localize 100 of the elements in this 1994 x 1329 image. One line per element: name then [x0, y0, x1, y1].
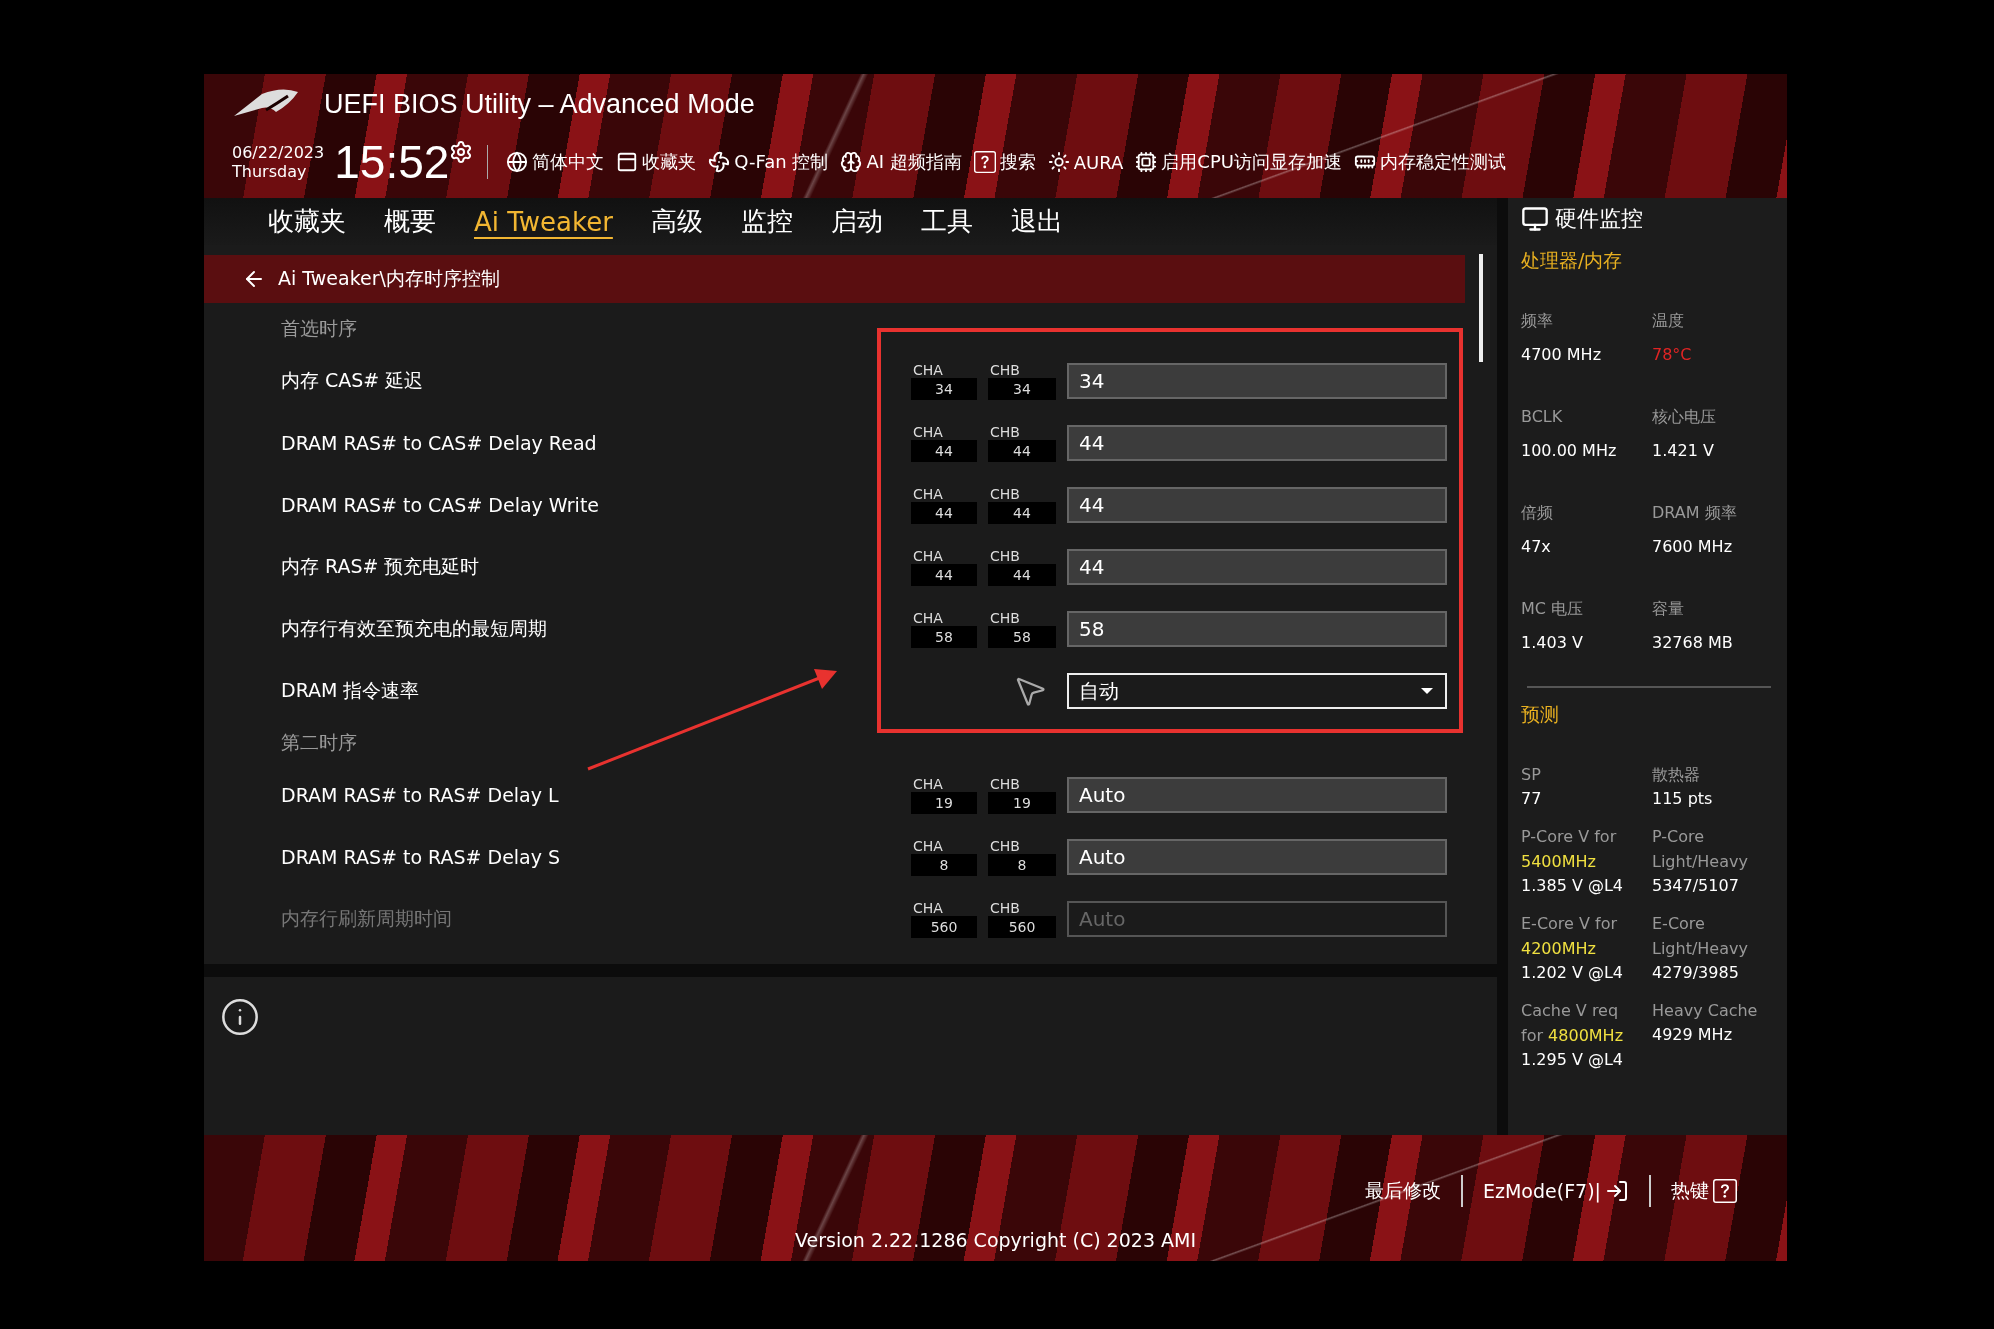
- metric-label: E-Core V for 4200MHz: [1521, 913, 1619, 960]
- metric-value: 1.403 V: [1521, 633, 1584, 652]
- channel-reading: CHB 8: [988, 838, 1056, 876]
- metric-label: 核心电压: [1652, 406, 1717, 428]
- setting-label: DRAM RAS# to RAS# Delay L: [281, 784, 560, 806]
- metric-label: 倍频: [1521, 502, 1554, 524]
- menu-tab[interactable]: 退出: [991, 204, 1082, 239]
- fan-icon: [708, 151, 731, 173]
- value-field[interactable]: Auto: [1067, 777, 1447, 813]
- group-heading: 第二时序: [280, 730, 358, 755]
- menu-tab[interactable]: 收藏夹: [249, 204, 365, 239]
- channel-reading: CHA 19: [911, 776, 977, 814]
- metric-value: 100.00 MHz: [1521, 441, 1618, 460]
- channel-reading: CHA 560: [911, 900, 977, 938]
- channel-reading: CHB 44: [988, 548, 1056, 586]
- metric-value: 1.385 V @L4: [1521, 876, 1624, 895]
- footer-button[interactable]: 最后修改: [1345, 1178, 1461, 1204]
- globe-icon: [506, 151, 529, 173]
- help-icon: [973, 151, 996, 173]
- metric-label: P-Core Light/Heavy: [1652, 826, 1749, 873]
- value-field[interactable]: 58: [1067, 611, 1447, 647]
- setting-label: DRAM 指令速率: [281, 678, 421, 703]
- help-icon: [1713, 1179, 1737, 1203]
- footer-button[interactable]: EzMode(F7)|: [1463, 1179, 1649, 1203]
- dropdown[interactable]: 自动: [1067, 673, 1447, 709]
- window-title: UEFI BIOS Utility – Advanced Mode: [324, 88, 755, 120]
- menu-tab[interactable]: 高级: [631, 204, 722, 239]
- toolbar-button[interactable]: 收藏夹: [610, 150, 703, 174]
- metric-label: MC 电压: [1521, 598, 1585, 620]
- footer-button[interactable]: 热键: [1651, 1178, 1757, 1204]
- toolbar-button[interactable]: AURA: [1041, 151, 1130, 173]
- setting-label: 内存 CAS# 延迟: [281, 368, 425, 393]
- metric-label: 容量: [1652, 598, 1685, 620]
- toolbar-button[interactable]: 简体中文: [500, 150, 611, 174]
- settings-icon[interactable]: [449, 140, 474, 164]
- setting-label: 内存行刷新周期时间: [281, 906, 453, 931]
- value-field[interactable]: 44: [1067, 487, 1447, 523]
- metric-label: 散热器: [1652, 764, 1701, 786]
- metric-value: 4279/3985: [1652, 963, 1740, 982]
- menu-tab[interactable]: 监控: [721, 204, 812, 239]
- metric-value: 4929 MHz: [1652, 1025, 1734, 1044]
- metric-value: 78°C: [1652, 345, 1693, 364]
- value-field[interactable]: Auto: [1067, 839, 1447, 875]
- metric-label: 频率: [1521, 310, 1554, 332]
- group-heading: 首选时序: [280, 316, 358, 341]
- toolbar-button[interactable]: Q-Fan 控制: [702, 150, 835, 174]
- menu-tab[interactable]: 启动: [811, 204, 902, 239]
- value-field[interactable]: 34: [1067, 363, 1447, 399]
- channel-reading: CHA 44: [911, 548, 977, 586]
- channel-reading: CHB 58: [988, 610, 1056, 648]
- value-field[interactable]: 44: [1067, 425, 1447, 461]
- section-heading: 预测: [1521, 702, 1560, 727]
- version-text: Version 2.22.1286 Copyright (C) 2023 AMI: [794, 1229, 1196, 1251]
- date-text: 06/22/2023: [232, 143, 325, 162]
- value-field[interactable]: 44: [1067, 549, 1447, 585]
- metric-label: 温度: [1652, 310, 1685, 332]
- monitor-icon: [1521, 205, 1549, 233]
- metric-value: 1.421 V: [1652, 441, 1715, 460]
- metric-label: SP: [1521, 764, 1542, 786]
- setting-label: 内存行有效至预充电的最短周期: [281, 616, 548, 641]
- metric-value: 1.295 V @L4: [1521, 1050, 1624, 1069]
- toolbar-button[interactable]: 启用CPU访问显存加速: [1129, 150, 1348, 174]
- channel-reading: CHB 560: [988, 900, 1056, 938]
- metric-value: 5347/5107: [1652, 876, 1740, 895]
- window-icon: [616, 151, 639, 173]
- metric-label: P-Core V for 5400MHz: [1521, 826, 1618, 873]
- channel-reading: CHA 34: [911, 362, 977, 400]
- channel-reading: CHB 44: [988, 424, 1056, 462]
- setting-label: DRAM RAS# to RAS# Delay S: [281, 846, 562, 868]
- metric-label: Cache V req for 4800MHz: [1521, 1000, 1625, 1047]
- metric-value: 47x: [1521, 537, 1552, 556]
- metric-value: 115 pts: [1652, 789, 1714, 808]
- menu-tab[interactable]: Ai Tweaker: [455, 206, 632, 237]
- channel-reading: CHB 34: [988, 362, 1056, 400]
- metric-value: 7600 MHz: [1652, 537, 1734, 556]
- metric-value: 32768 MB: [1652, 633, 1734, 652]
- toolbar-button[interactable]: 内存稳定性测试: [1347, 150, 1512, 174]
- channel-reading: CHB 44: [988, 486, 1056, 524]
- cpu-icon: [1135, 151, 1158, 173]
- toolbar-button[interactable]: AI 超频指南: [834, 150, 968, 174]
- caret-icon: [1421, 688, 1433, 694]
- toolbar-button[interactable]: 搜索: [967, 150, 1042, 174]
- menu-tab[interactable]: 概要: [365, 204, 455, 239]
- sidebar-title: 硬件监控: [1555, 205, 1643, 233]
- weekday-text: Thursday: [232, 162, 308, 181]
- channel-reading: CHA 58: [911, 610, 977, 648]
- clock-time: 15:52: [334, 135, 450, 189]
- channel-reading: CHA 44: [911, 424, 977, 462]
- menu-tab[interactable]: 工具: [901, 204, 992, 239]
- metric-value: 1.202 V @L4: [1521, 963, 1624, 982]
- section-heading: 处理器/内存: [1521, 248, 1624, 273]
- scrollbar-thumb[interactable]: [1479, 254, 1483, 362]
- info-icon: [220, 997, 260, 1037]
- setting-label: DRAM RAS# to CAS# Delay Write: [281, 494, 601, 516]
- metric-value: 4700 MHz: [1521, 345, 1603, 364]
- breadcrumb-text: Ai Tweaker\内存时序控制: [278, 266, 500, 291]
- channel-reading: CHB 19: [988, 776, 1056, 814]
- metric-value: 77: [1521, 789, 1543, 808]
- setting-label: DRAM RAS# to CAS# Delay Read: [281, 432, 598, 454]
- metric-label: Heavy Cache: [1652, 1000, 1759, 1022]
